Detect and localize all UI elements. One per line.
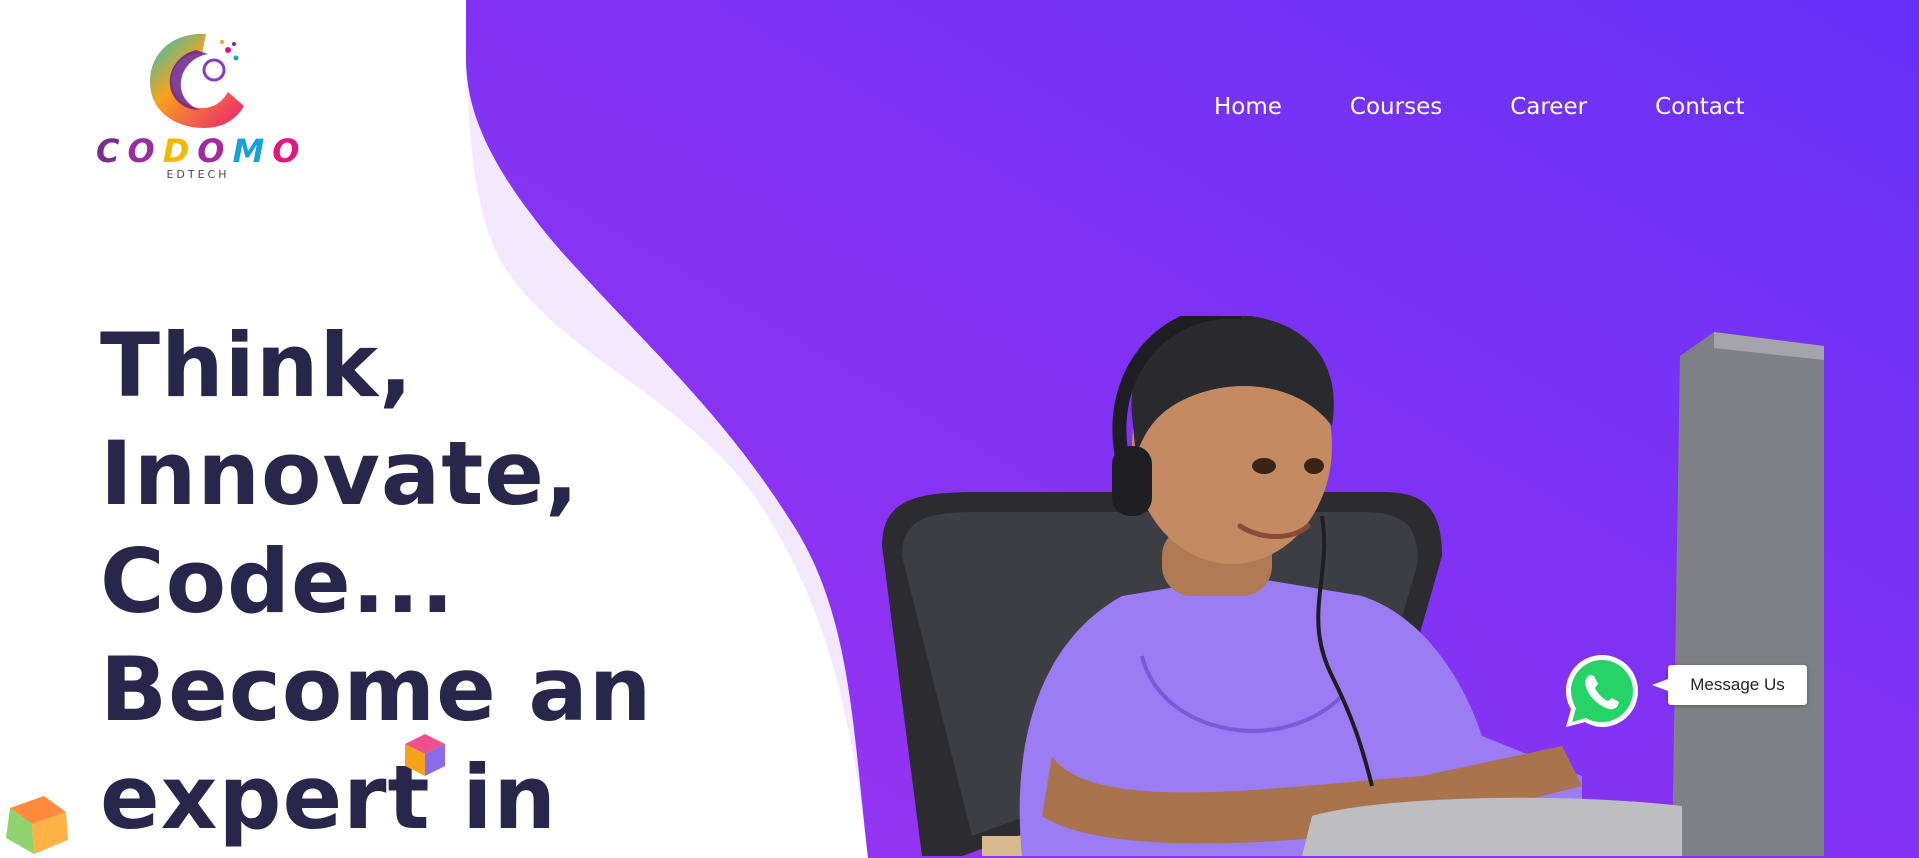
nav-item-contact[interactable]: Contact xyxy=(1655,94,1744,120)
hero-line: Innovate, xyxy=(100,422,580,525)
brand-letter: C xyxy=(96,132,128,170)
main-nav: Home Courses Career Contact xyxy=(1214,90,1745,124)
codomo-logo[interactable]: CODOMO EDTECH xyxy=(96,28,300,184)
brand-letter: O xyxy=(127,132,163,170)
brand-wordmark: CODOMO xyxy=(96,132,300,170)
brand-letter: O xyxy=(272,132,308,170)
hero-line: Code... xyxy=(100,530,456,633)
hero-heading: Think, Innovate, Code... Become an exper… xyxy=(100,312,700,852)
message-us-label: Message Us xyxy=(1690,675,1785,694)
nav-item-career[interactable]: Career xyxy=(1510,94,1587,120)
hero-line: expert in xyxy=(100,746,558,849)
hero-line: Become an xyxy=(100,638,653,741)
nav-item-courses[interactable]: Courses xyxy=(1350,94,1442,120)
hero-photo-boy-coding xyxy=(882,316,1824,856)
decorative-cube-icon xyxy=(6,796,68,854)
brand-tagline: EDTECH xyxy=(166,168,230,181)
nav-item-home[interactable]: Home xyxy=(1214,94,1282,120)
message-us-button[interactable]: Message Us xyxy=(1652,665,1807,705)
whatsapp-icon[interactable] xyxy=(1562,651,1642,731)
brand-letter: M xyxy=(232,132,273,170)
hero-line: Think, xyxy=(100,314,414,417)
logo-mark-icon xyxy=(150,33,244,128)
decorative-cube-icon xyxy=(405,734,445,776)
brand-letter: O xyxy=(197,132,233,170)
brand-letter: D xyxy=(162,132,198,170)
